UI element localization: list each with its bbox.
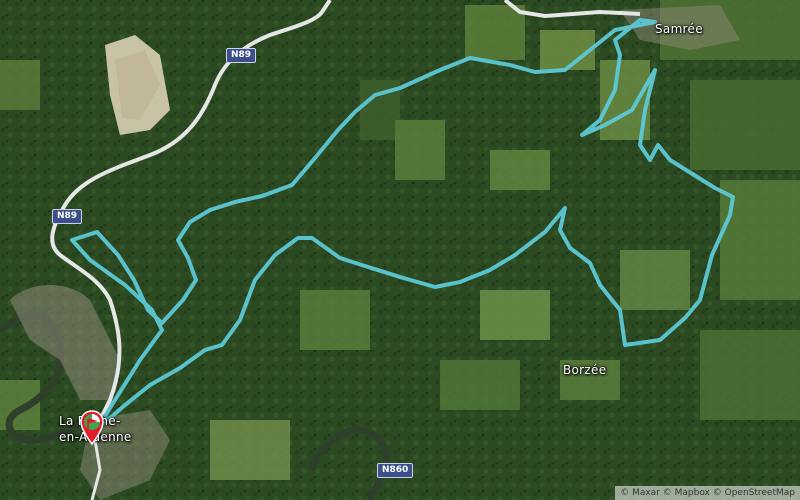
route-line[interactable] — [70, 18, 735, 434]
map-attribution[interactable]: © Maxar © Mapbox © OpenStreetMap — [615, 486, 800, 500]
map-pin-icon — [80, 410, 104, 446]
town-label-borzee: Borzée — [563, 363, 607, 377]
satellite-map[interactable]: Samrée Borzée La Roche- en-Ardenne N89 N… — [0, 0, 800, 500]
town-label-samree: Samrée — [655, 22, 703, 36]
road-shield-n89-north: N89 — [226, 48, 257, 63]
road-shield-n89-west: N89 — [52, 209, 83, 224]
road-shield-n860: N860 — [377, 463, 414, 478]
start-finish-marker[interactable] — [80, 410, 104, 450]
